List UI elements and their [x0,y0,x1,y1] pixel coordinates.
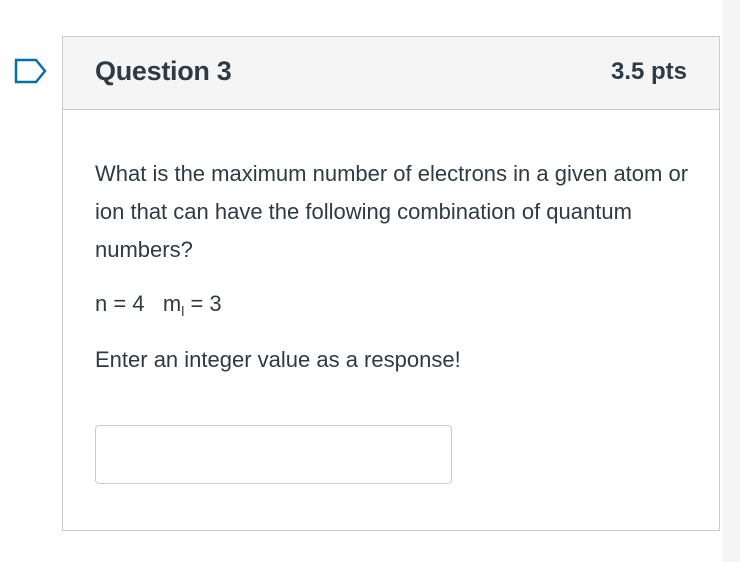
quantum-numbers: n = 4 ml = 3 [95,285,695,323]
question-header: Question 3 3.5 pts [63,37,719,110]
question-card: Question 3 3.5 pts What is the maximum n… [62,36,720,531]
answer-input[interactable] [95,425,452,484]
page-gutter [722,0,740,562]
question-text: What is the maximum number of electrons … [95,161,689,262]
question-title: Question 3 [95,56,232,86]
question-points: 3.5 pts [610,58,687,85]
question-instruction: Enter an integer value as a response! [95,347,461,372]
quantum-ml-value: = 3 [184,291,222,316]
flag-question-icon[interactable] [14,58,48,84]
quantum-n-and-m: n = 4 m [95,291,182,316]
question-body: What is the maximum number of electrons … [95,155,695,379]
